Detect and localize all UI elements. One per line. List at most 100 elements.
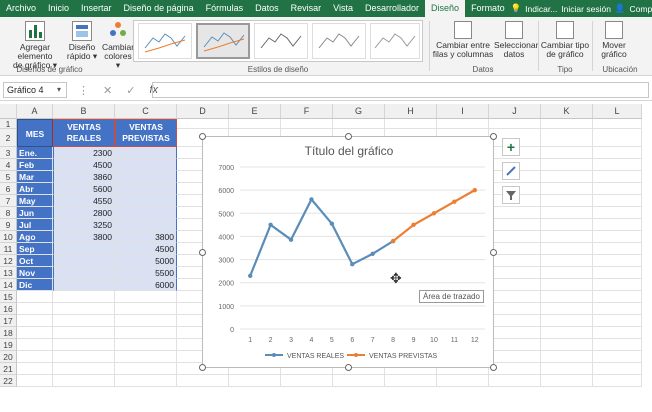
grid-cell[interactable] <box>115 315 177 327</box>
ventas-previstas-cell[interactable] <box>115 195 177 207</box>
row-header[interactable]: 13 <box>0 267 17 279</box>
resize-handle[interactable] <box>490 364 497 371</box>
tab-desarrollador[interactable]: Desarrollador <box>359 0 425 17</box>
grid-cell[interactable] <box>115 375 177 387</box>
tab-f-rmulas[interactable]: Fórmulas <box>200 0 250 17</box>
row-header[interactable]: 15 <box>0 291 17 303</box>
grid-cell[interactable] <box>489 279 541 291</box>
header-ventas-reales[interactable]: VENTAS REALES <box>53 119 115 147</box>
ventas-previstas-cell[interactable] <box>115 183 177 195</box>
column-header[interactable]: L <box>593 104 642 119</box>
grid-cell[interactable] <box>17 315 53 327</box>
grid-cell[interactable] <box>115 291 177 303</box>
ventas-reales-cell[interactable]: 5600 <box>53 183 115 195</box>
month-cell[interactable]: Ago <box>17 231 53 243</box>
grid-cell[interactable] <box>593 327 642 339</box>
tell-me-box[interactable]: Indicar... <box>525 4 557 14</box>
move-chart-button[interactable]: Mover gráfico <box>594 21 634 59</box>
tab-revisar[interactable]: Revisar <box>285 0 328 17</box>
header-ventas-previstas[interactable]: VENTAS PREVISTAS <box>115 119 177 147</box>
ventas-reales-cell[interactable] <box>53 243 115 255</box>
grid-cell[interactable] <box>593 195 642 207</box>
grid-cell[interactable] <box>489 375 541 387</box>
tab-inicio[interactable]: Inicio <box>42 0 75 17</box>
grid-cell[interactable] <box>489 231 541 243</box>
grid-cell[interactable] <box>593 291 642 303</box>
chart-area[interactable]: Título del gráfico 0 1000 2000 3000 4000 5000 6… <box>202 136 494 368</box>
grid-cell[interactable] <box>53 315 115 327</box>
row-header[interactable]: 2 <box>0 129 17 147</box>
month-cell[interactable]: Mar <box>17 171 53 183</box>
ventas-previstas-cell[interactable]: 5000 <box>115 255 177 267</box>
grid-cell[interactable] <box>593 243 642 255</box>
month-cell[interactable]: Jul <box>17 219 53 231</box>
grid-cell[interactable] <box>489 219 541 231</box>
grid-cell[interactable] <box>541 183 593 195</box>
column-header[interactable]: J <box>489 104 541 119</box>
grid-cell[interactable] <box>115 303 177 315</box>
ventas-reales-cell[interactable]: 4550 <box>53 195 115 207</box>
grid-cell[interactable] <box>489 119 541 129</box>
ventas-previstas-cell[interactable] <box>115 147 177 159</box>
month-cell[interactable]: Jun <box>17 207 53 219</box>
grid-cell[interactable] <box>17 291 53 303</box>
grid-cell[interactable] <box>593 279 642 291</box>
grid-cell[interactable] <box>489 255 541 267</box>
month-cell[interactable]: Abr <box>17 183 53 195</box>
grid-cell[interactable] <box>593 267 642 279</box>
grid-cell[interactable] <box>489 327 541 339</box>
grid-cell[interactable] <box>17 351 53 363</box>
grid-cell[interactable] <box>489 315 541 327</box>
column-header[interactable]: G <box>333 104 385 119</box>
formula-input[interactable] <box>152 82 649 98</box>
grid-cell[interactable] <box>541 339 593 351</box>
grid-cell[interactable] <box>115 327 177 339</box>
grid-cell[interactable] <box>541 279 593 291</box>
grid-cell[interactable] <box>593 231 642 243</box>
grid-cell[interactable] <box>115 339 177 351</box>
grid-cell[interactable] <box>177 119 229 129</box>
grid-cell[interactable] <box>541 375 593 387</box>
grid-cell[interactable] <box>593 363 642 375</box>
grid-cell[interactable] <box>489 303 541 315</box>
grid-cell[interactable] <box>593 255 642 267</box>
grid-cell[interactable] <box>53 339 115 351</box>
ventas-reales-cell[interactable]: 3250 <box>53 219 115 231</box>
column-header[interactable]: B <box>53 104 115 119</box>
grid-cell[interactable] <box>593 147 642 159</box>
row-header[interactable]: 5 <box>0 171 17 183</box>
grid-cell[interactable] <box>593 339 642 351</box>
grid-cell[interactable] <box>541 303 593 315</box>
cancel-icon[interactable]: ✕ <box>103 84 112 97</box>
resize-handle[interactable] <box>199 133 206 140</box>
column-header[interactable]: E <box>229 104 281 119</box>
header-mes[interactable]: MES <box>17 119 53 147</box>
share-button[interactable]: Compartir <box>630 4 652 14</box>
row-header[interactable]: 20 <box>0 351 17 363</box>
grid-cell[interactable] <box>593 119 642 129</box>
grid-cell[interactable] <box>593 375 642 387</box>
grid-cell[interactable] <box>53 327 115 339</box>
switch-row-column-button[interactable]: Cambiar entre filas y columnas <box>432 21 494 59</box>
row-header[interactable]: 4 <box>0 159 17 171</box>
ventas-reales-cell[interactable]: 2800 <box>53 207 115 219</box>
grid-cell[interactable] <box>593 183 642 195</box>
grid-cell[interactable] <box>541 207 593 219</box>
tab-formato[interactable]: Formato <box>465 0 511 17</box>
select-all-corner[interactable] <box>0 104 17 119</box>
ventas-previstas-cell[interactable] <box>115 219 177 231</box>
column-header[interactable]: A <box>17 104 53 119</box>
column-header[interactable]: D <box>177 104 229 119</box>
grid-cell[interactable] <box>17 375 53 387</box>
grid-cell[interactable] <box>593 207 642 219</box>
resize-handle[interactable] <box>490 249 497 256</box>
change-chart-type-button[interactable]: Cambiar tipo de gráfico <box>540 21 590 59</box>
grid-cell[interactable] <box>593 315 642 327</box>
grid-cell[interactable] <box>541 195 593 207</box>
grid-cell[interactable] <box>541 231 593 243</box>
grid-cell[interactable] <box>53 303 115 315</box>
chart-style-4[interactable] <box>312 23 366 59</box>
grid-cell[interactable] <box>593 219 642 231</box>
row-header[interactable]: 22 <box>0 375 17 387</box>
grid-cell[interactable] <box>541 315 593 327</box>
